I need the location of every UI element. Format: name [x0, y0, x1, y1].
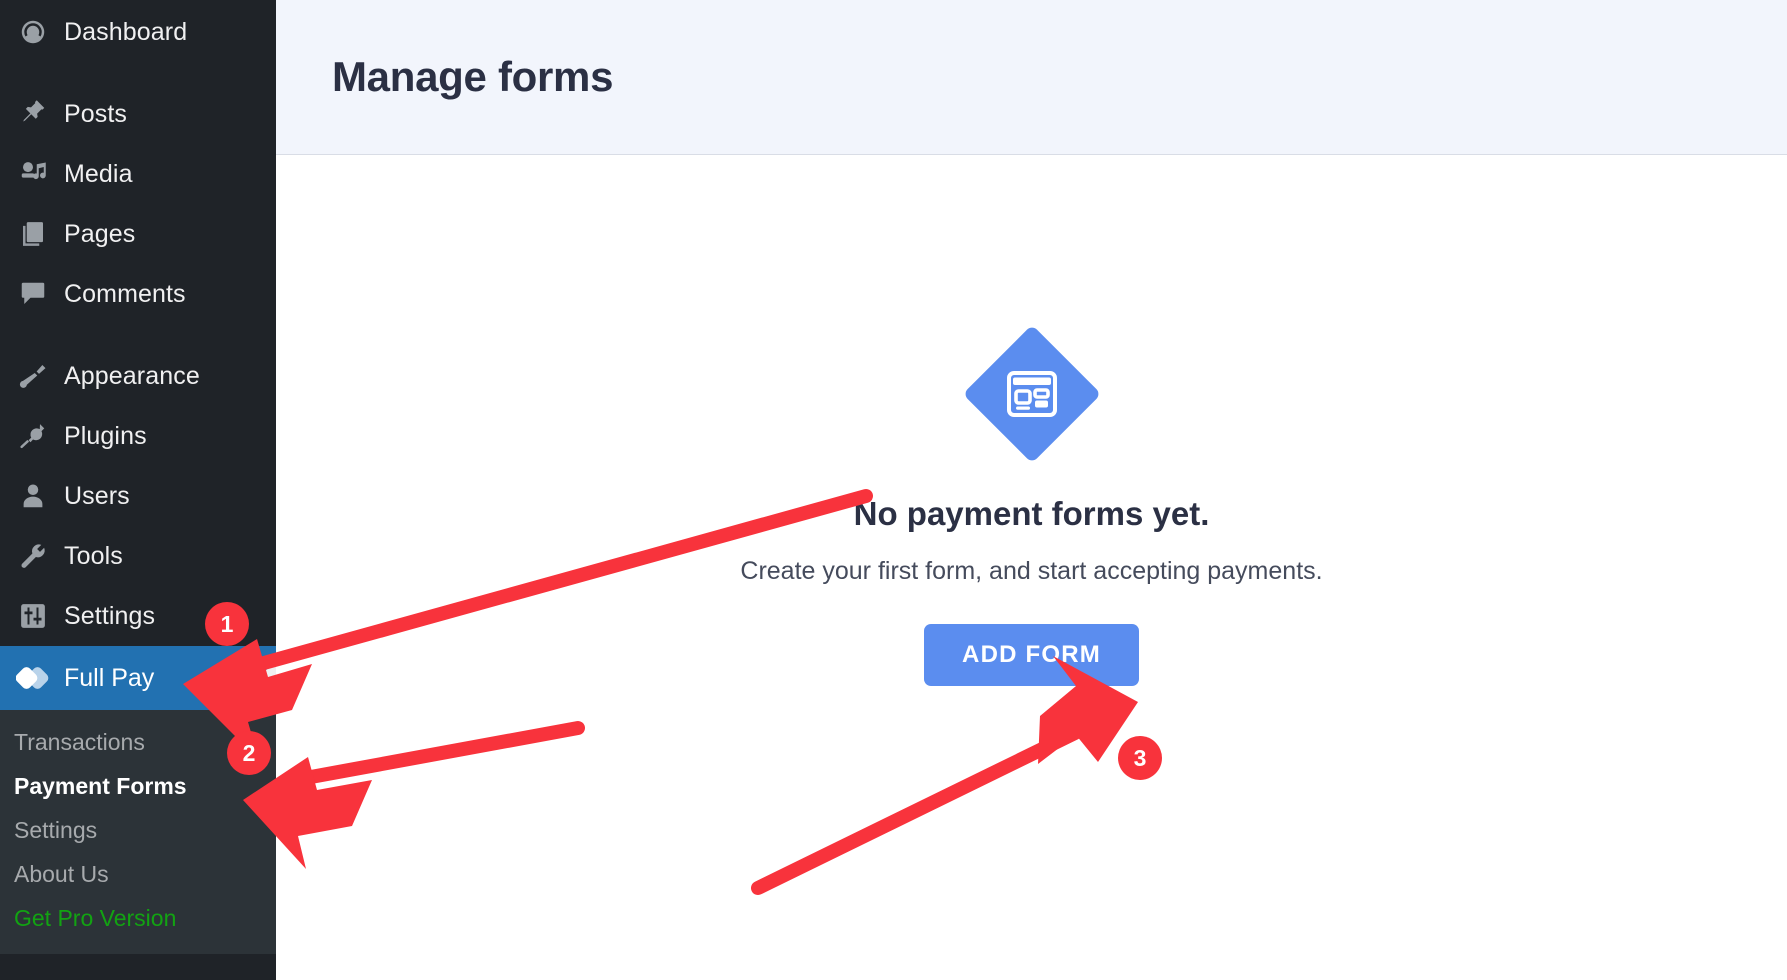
- page-header: Manage forms: [276, 0, 1787, 155]
- sidebar-subitem-label: Transactions: [14, 729, 145, 756]
- sidebar-subitem-label: Payment Forms: [14, 773, 187, 800]
- sidebar-subitem-get-pro-version[interactable]: Get Pro Version: [0, 896, 276, 940]
- sidebar-item-label: Pages: [64, 220, 135, 249]
- sidebar-subitem-label: Get Pro Version: [14, 905, 176, 932]
- sidebar-item-tools[interactable]: Tools: [0, 526, 276, 586]
- forms-layout-glyph: [1004, 366, 1060, 422]
- sidebar-subitem-payment-forms[interactable]: Payment Forms: [0, 764, 276, 808]
- media-icon: [12, 159, 64, 189]
- admin-page: Dashboard Posts Media: [0, 0, 1787, 980]
- empty-state: No payment forms yet. Create your first …: [276, 155, 1787, 979]
- plug-icon: [12, 421, 64, 451]
- pages-icon: [12, 219, 64, 249]
- sidebar-item-plugins[interactable]: Plugins: [0, 406, 276, 466]
- sidebar-item-label: Tools: [64, 542, 123, 571]
- sidebar-divider: [0, 324, 276, 346]
- sidebar-item-appearance[interactable]: Appearance: [0, 346, 276, 406]
- empty-state-subtitle: Create your first form, and start accept…: [740, 557, 1322, 586]
- sidebar-item-label: Posts: [64, 100, 127, 129]
- page-title: Manage forms: [332, 53, 613, 101]
- wrench-icon: [12, 541, 64, 571]
- sidebar-item-posts[interactable]: Posts: [0, 84, 276, 144]
- sidebar-item-pages[interactable]: Pages: [0, 204, 276, 264]
- admin-sidebar: Dashboard Posts Media: [0, 0, 276, 980]
- sidebar-item-label: Comments: [64, 280, 186, 309]
- sidebar-item-label: Appearance: [64, 362, 200, 391]
- sidebar-divider: [0, 62, 276, 84]
- sidebar-subitem-transactions[interactable]: Transactions: [0, 720, 276, 764]
- sidebar-item-label: Full Pay: [64, 664, 154, 693]
- sidebar-item-label: Media: [64, 160, 133, 189]
- sidebar-subitem-about-us[interactable]: About Us: [0, 852, 276, 896]
- add-form-button[interactable]: ADD FORM: [924, 624, 1139, 686]
- sidebar-subitem-label: About Us: [14, 861, 109, 888]
- sidebar-item-label: Plugins: [64, 422, 147, 451]
- active-item-pointer: [259, 658, 276, 698]
- sidebar-submenu-full-pay: Transactions Payment Forms Settings Abou…: [0, 710, 276, 954]
- sidebar-subitem-settings[interactable]: Settings: [0, 808, 276, 852]
- sidebar-item-label: Settings: [64, 602, 155, 631]
- user-icon: [12, 481, 64, 511]
- comment-icon: [12, 279, 64, 309]
- sidebar-item-dashboard[interactable]: Dashboard: [0, 2, 276, 62]
- fullpay-logo-icon: [12, 663, 64, 693]
- forms-diamond-icon: [962, 325, 1101, 464]
- pin-icon: [12, 99, 64, 129]
- sidebar-item-settings[interactable]: Settings: [0, 586, 276, 646]
- paintbrush-icon: [12, 361, 64, 391]
- empty-state-title: No payment forms yet.: [854, 495, 1210, 533]
- sidebar-item-comments[interactable]: Comments: [0, 264, 276, 324]
- sliders-icon: [12, 601, 64, 631]
- main-content: Manage forms No payment forms yet. Creat…: [276, 0, 1787, 980]
- sidebar-subitem-label: Settings: [14, 817, 97, 844]
- dashboard-icon: [12, 17, 64, 47]
- sidebar-item-users[interactable]: Users: [0, 466, 276, 526]
- sidebar-item-label: Dashboard: [64, 18, 187, 47]
- sidebar-item-media[interactable]: Media: [0, 144, 276, 204]
- sidebar-item-label: Users: [64, 482, 130, 511]
- sidebar-item-full-pay[interactable]: Full Pay: [0, 646, 276, 710]
